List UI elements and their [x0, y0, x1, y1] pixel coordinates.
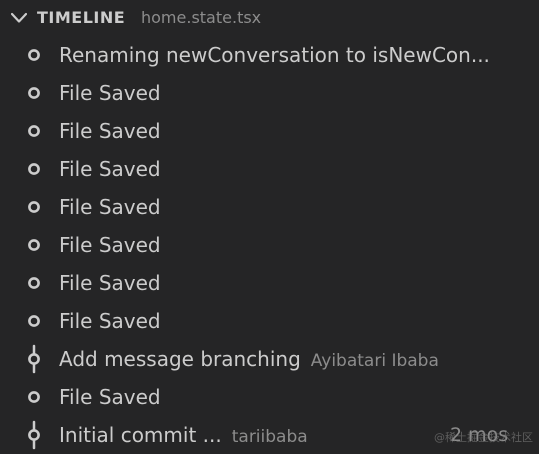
timeline-item-label: File Saved: [59, 194, 161, 220]
watermark: @稀土掘金技术社区: [434, 431, 533, 444]
timeline-item[interactable]: File Saved: [0, 112, 539, 150]
timeline-file-name: home.state.tsx: [141, 8, 262, 27]
git-commit-icon: [28, 420, 40, 450]
timeline-header[interactable]: TIMELINE home.state.tsx: [0, 0, 539, 36]
timeline-item-label: Add message branching Ayibatari Ibaba: [59, 346, 439, 374]
timeline-item[interactable]: File Saved: [0, 302, 539, 340]
timeline-item-title: File Saved: [59, 195, 161, 219]
timeline-item-title: File Saved: [59, 271, 161, 295]
timeline-item-label: File Saved: [59, 156, 161, 182]
timeline-item-label: File Saved: [59, 270, 161, 296]
timeline-item-label: File Saved: [59, 80, 161, 106]
circle-icon: [28, 87, 40, 99]
git-commit-icon: [28, 344, 40, 374]
circle-icon: [28, 239, 40, 251]
timeline-item-title: Add message branching: [59, 347, 301, 371]
timeline-item-label: File Saved: [59, 308, 161, 334]
timeline-item[interactable]: File Saved: [0, 150, 539, 188]
timeline-item[interactable]: File Saved: [0, 378, 539, 416]
timeline-item-title: File Saved: [59, 119, 161, 143]
circle-icon: [28, 163, 40, 175]
timeline-item-label: Renaming newConversation to isNewCon...: [59, 42, 490, 68]
timeline-item-label: File Saved: [59, 384, 161, 410]
timeline-item-author: Ayibatari Ibaba: [310, 351, 439, 371]
timeline-item-label: File Saved: [59, 118, 161, 144]
timeline-title: TIMELINE: [37, 8, 126, 27]
timeline-item-label: Initial commit ... tariibaba: [59, 422, 308, 450]
timeline-item[interactable]: Add message branching Ayibatari Ibaba: [0, 340, 539, 378]
chevron-down-icon[interactable]: [11, 12, 27, 24]
timeline-item-title: Initial commit ...: [59, 423, 222, 447]
circle-icon: [28, 391, 40, 403]
timeline-item-title: File Saved: [59, 233, 161, 257]
circle-icon: [28, 201, 40, 213]
timeline-item-title: File Saved: [59, 157, 161, 181]
timeline-item-title: Renaming newConversation to isNewCon...: [59, 43, 490, 67]
timeline-item-label: File Saved: [59, 232, 161, 258]
timeline-item[interactable]: File Saved: [0, 264, 539, 302]
timeline-item[interactable]: File Saved: [0, 188, 539, 226]
circle-icon: [28, 49, 40, 61]
circle-icon: [28, 277, 40, 289]
timeline-item-title: File Saved: [59, 385, 161, 409]
timeline-list: Renaming newConversation to isNewCon... F…: [0, 36, 539, 453]
timeline-item[interactable]: Renaming newConversation to isNewCon...: [0, 36, 539, 74]
timeline-item[interactable]: File Saved: [0, 226, 539, 264]
timeline-item-title: File Saved: [59, 81, 161, 105]
circle-icon: [28, 315, 40, 327]
timeline-item[interactable]: File Saved: [0, 74, 539, 112]
timeline-item-author: tariibaba: [231, 427, 308, 447]
timeline-item-title: File Saved: [59, 309, 161, 333]
circle-icon: [28, 125, 40, 137]
